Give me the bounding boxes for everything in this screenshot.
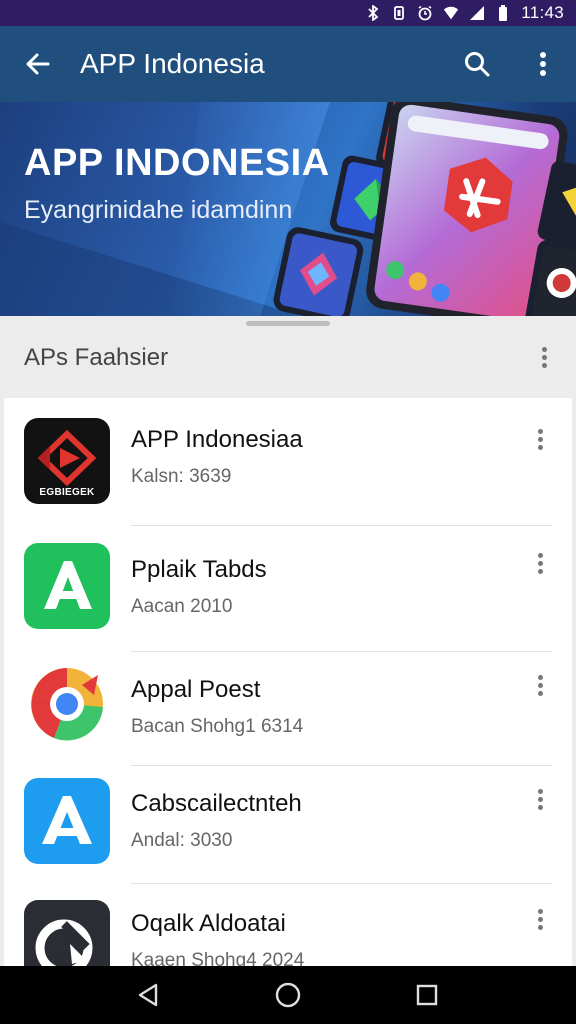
app-name: APP Indonesiaa <box>131 426 303 453</box>
more-vert-icon <box>530 784 550 814</box>
green-a-logo-icon <box>24 543 110 629</box>
logo-wordmark: EGBIEGEK <box>39 487 95 498</box>
back-button[interactable] <box>0 26 76 102</box>
more-vert-icon <box>530 670 550 700</box>
app-list: EGBIEGEK APP Indonesiaa Kalsn: 3639 Ppla… <box>4 398 572 966</box>
section-header: APs Faahsier <box>0 316 576 398</box>
more-vert-icon <box>534 342 554 372</box>
more-vert-icon <box>540 52 546 76</box>
sheet-drag-handle[interactable] <box>246 321 330 326</box>
app-name: Oqalk Aldoatai <box>131 910 286 937</box>
app-bar: APP Indonesia <box>0 26 576 102</box>
nav-recents-icon <box>416 984 437 1006</box>
item-overflow-button[interactable] <box>530 548 550 578</box>
more-vert-icon <box>530 424 550 454</box>
banner-subtitle: Eyangrinidahe idamdinn <box>24 196 293 224</box>
app-subtitle: Kaaen Shohg4 2024 <box>131 950 305 966</box>
nav-home-icon <box>275 982 301 1008</box>
banner-title: APP INDONESIA <box>24 142 330 184</box>
status-time: 11:43 <box>521 3 564 22</box>
bluetooth-icon <box>365 5 381 21</box>
item-overflow-button[interactable] <box>530 424 550 454</box>
overflow-menu-button[interactable] <box>510 26 576 102</box>
app-bar-title: APP Indonesia <box>80 48 265 79</box>
app-subtitle: Bacan Shohg1 6314 <box>131 716 304 737</box>
nav-back-button[interactable] <box>129 975 169 1015</box>
system-nav-bar <box>0 966 576 1024</box>
list-item[interactable]: Cabscailectnteh Andal: 3030 <box>4 766 572 884</box>
list-item[interactable]: EGBIEGEK APP Indonesiaa Kalsn: 3639 <box>4 398 572 526</box>
more-vert-icon <box>530 904 550 934</box>
section-title: APs Faahsier <box>24 344 169 371</box>
section-overflow-button[interactable] <box>534 342 554 372</box>
wifi-icon <box>443 5 459 21</box>
more-vert-icon <box>530 548 550 578</box>
app-name: Cabscailectnteh <box>131 790 302 817</box>
status-bar: 11:43 <box>0 0 576 26</box>
signal-icon <box>469 5 485 21</box>
battery-icon <box>495 5 511 21</box>
search-icon <box>465 52 490 77</box>
app-subtitle: Andal: 3030 <box>131 830 233 851</box>
app-name: Appal Poest <box>131 676 261 703</box>
dark-swirl-logo-icon <box>24 900 110 966</box>
list-item[interactable]: Appal Poest Bacan Shohg1 6314 <box>4 652 572 766</box>
item-overflow-button[interactable] <box>530 904 550 934</box>
nav-recents-button[interactable] <box>407 975 447 1015</box>
multicolor-circle-logo-icon <box>24 661 110 747</box>
vibrate-icon <box>391 5 407 21</box>
alarm-icon <box>417 5 433 21</box>
blue-a-logo-icon <box>24 778 110 864</box>
nav-back-icon <box>139 983 158 1007</box>
arrow-back-icon <box>26 53 50 75</box>
list-item[interactable]: Pplaik Tabds Aacan 2010 <box>4 526 572 652</box>
item-overflow-button[interactable] <box>530 670 550 700</box>
red-play-logo-icon: EGBIEGEK <box>24 418 110 504</box>
list-item[interactable]: Oqalk Aldoatai Kaaen Shohg4 2024 <box>4 884 572 966</box>
hero-banner[interactable]: APP INDONESIA Eyangrinidahe idamdinn <box>0 102 576 316</box>
item-overflow-button[interactable] <box>530 784 550 814</box>
nav-home-button[interactable] <box>268 975 308 1015</box>
app-name: Pplaik Tabds <box>131 556 267 583</box>
app-subtitle: Aacan 2010 <box>131 596 233 617</box>
app-subtitle: Kalsn: 3639 <box>131 466 232 487</box>
search-button[interactable] <box>444 26 510 102</box>
